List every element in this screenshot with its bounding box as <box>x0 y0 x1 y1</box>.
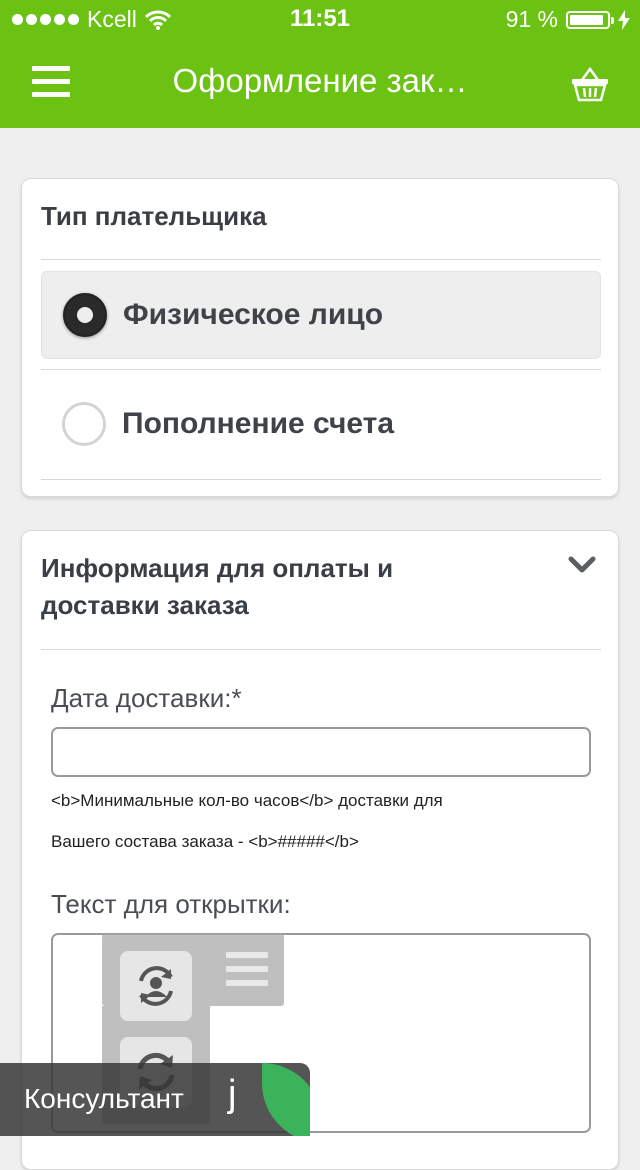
heading-line: Информация для оплаты и <box>41 553 394 583</box>
consultant-label: Консультант <box>24 1083 184 1114</box>
divider <box>41 259 601 260</box>
divider <box>41 649 601 650</box>
radio-option-topup[interactable]: Пополнение счета <box>41 381 601 469</box>
heading-line: доставки заказа <box>41 590 249 620</box>
chevron-down-icon[interactable] <box>568 555 596 575</box>
consultant-logo: j <box>228 1073 237 1115</box>
basket-icon[interactable] <box>570 66 610 102</box>
payer-type-heading: Тип плательщика <box>41 201 267 231</box>
battery-percent: 91 % <box>505 6 558 32</box>
radio-unselected-icon[interactable] <box>62 402 106 446</box>
user-switch-icon <box>139 966 173 1006</box>
status-bar-right: 91 % <box>506 6 630 33</box>
status-bar: Kcell 11:51 91 % <box>0 0 640 40</box>
widget-menu-icon[interactable] <box>226 952 268 992</box>
nav-bar: Оформление зак… <box>0 40 640 128</box>
payer-type-card: Тип плательщика Физическое лицо Пополнен… <box>21 178 619 497</box>
consultant-logo-leaf <box>262 1063 310 1136</box>
delivery-hint-line1: <b>Минимальные кол-во часов</b> доставки… <box>51 791 443 810</box>
switch-user-button[interactable] <box>120 951 192 1021</box>
radio-option-individual[interactable]: Физическое лицо <box>41 271 601 359</box>
delivery-date-label: Дата доставки:* <box>51 683 242 713</box>
charging-icon <box>618 9 630 30</box>
radio-selected-icon[interactable] <box>63 293 107 337</box>
radio-label: Пополнение счета <box>122 407 395 440</box>
battery-icon <box>566 10 614 29</box>
battery-level <box>570 14 603 25</box>
divider <box>41 479 601 480</box>
page-title: Оформление зак… <box>172 62 468 99</box>
delivery-date-input[interactable] <box>51 727 591 777</box>
card-text-label: Текст для открытки: <box>51 889 291 919</box>
radio-label: Физическое лицо <box>123 298 384 331</box>
delivery-info-heading[interactable]: Информация для оплаты и доставки заказа <box>41 550 393 624</box>
menu-icon[interactable] <box>32 66 70 100</box>
consultant-chat-tab[interactable]: Консультант j <box>0 1063 310 1136</box>
divider <box>41 369 601 370</box>
delivery-hint-line2: Вашего состава заказа - <b>#####</b> <box>51 832 359 851</box>
